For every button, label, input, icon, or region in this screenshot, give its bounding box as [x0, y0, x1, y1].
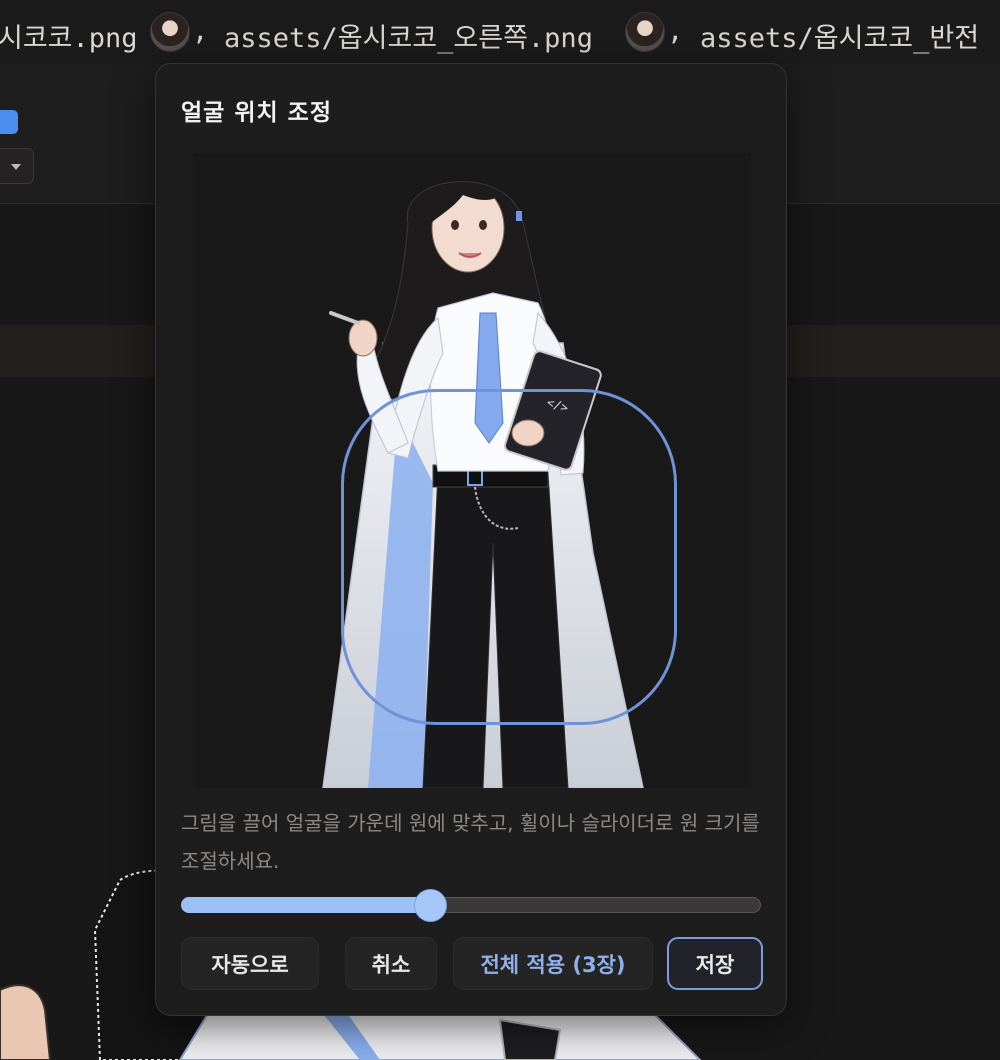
instruction-text: 그림을 끌어 얼굴을 가운데 원에 맞추고, 휠이나 슬라이더로 원 크기를 조…: [181, 811, 760, 873]
apply-all-button[interactable]: 전체 적용 (3장): [453, 937, 653, 990]
auto-button[interactable]: 자동으로: [181, 937, 319, 990]
face-preview-canvas[interactable]: </>: [193, 153, 751, 788]
avatar-thumbnail-icon: [150, 12, 190, 52]
file-name-1: 시코코.png: [0, 23, 138, 54]
dialog-title: 얼굴 위치 조정: [181, 100, 332, 126]
character-illustration: </>: [322, 181, 644, 788]
slider-fill: [181, 897, 430, 913]
circle-size-slider[interactable]: [181, 890, 763, 921]
save-button[interactable]: 저장: [667, 937, 763, 990]
toggle-button[interactable]: [0, 110, 18, 134]
separator: ,: [667, 16, 684, 47]
cancel-button[interactable]: 취소: [345, 937, 437, 990]
slider-thumb[interactable]: [415, 890, 446, 921]
separator: ,: [192, 16, 209, 47]
dropdown-select[interactable]: [0, 148, 34, 184]
avatar-thumbnail-icon: [625, 12, 665, 52]
file-path-row: 시코코.png , assets/옵시코코_오른쪽.png , assets/옵…: [0, 0, 1000, 64]
face-position-dialog: 얼굴 위치 조정 </> 그림을 끌어 얼굴을 가운데 원에 맞추고, 휠이나 …: [155, 63, 787, 1016]
file-name-3: assets/옵시코코_반전: [700, 23, 980, 54]
file-name-2: assets/옵시코코_오른쪽.png: [224, 23, 593, 54]
chevron-down-icon: [11, 164, 21, 170]
